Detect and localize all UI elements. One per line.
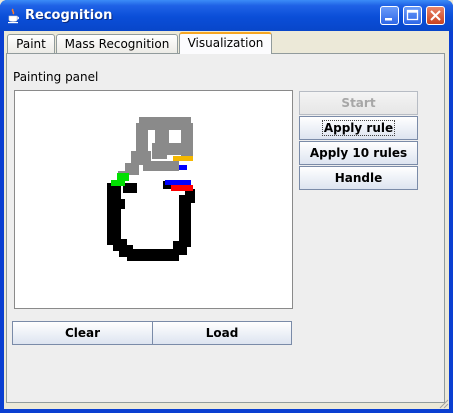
minimize-icon [385,18,392,21]
maximize-button[interactable] [403,6,422,25]
load-button[interactable]: Load [152,321,292,345]
painting-canvas[interactable] [14,90,293,309]
maximize-icon [406,9,419,21]
window-title: Recognition [25,8,113,23]
painting-panel-label: Painting panel [13,70,99,84]
marker-yellow [173,156,193,161]
visualization-tab-panel: Painting panel Start Apply rule Apply 10… [6,53,445,403]
tab-visualization-label: Visualization [187,36,264,50]
clear-button[interactable]: Clear [12,321,153,345]
apply-rule-button[interactable]: Apply rule [299,116,418,140]
marker-red [171,185,193,191]
tab-visualization[interactable]: Visualization [179,32,272,54]
tab-mass-recognition[interactable]: Mass Recognition [56,34,178,53]
apply-10-rules-button[interactable]: Apply 10 rules [299,141,418,165]
minimize-button[interactable] [380,6,399,25]
tab-paint[interactable]: Paint [7,34,55,53]
tab-bar: Paint Mass Recognition Visualization [4,31,449,54]
lower-stroke [107,181,195,261]
window-client-area: Paint Mass Recognition Visualization Pai… [4,31,449,409]
close-icon [430,10,441,21]
resize-grip-icon[interactable] [437,397,449,409]
tab-mass-recognition-label: Mass Recognition [64,37,170,51]
start-button[interactable]: Start [299,91,418,115]
title-bar[interactable]: Recognition [0,0,453,31]
tab-paint-label: Paint [16,37,46,51]
marker-blue-lower [165,180,191,185]
app-window: Recognition Paint Mass Recognition Visua… [0,0,453,413]
marker-green-upper [117,173,129,181]
java-cup-icon [8,8,19,24]
handle-button[interactable]: Handle [299,166,418,190]
marker-blue-upper [179,165,187,170]
close-button[interactable] [426,6,445,25]
digit-drawing [107,117,195,261]
